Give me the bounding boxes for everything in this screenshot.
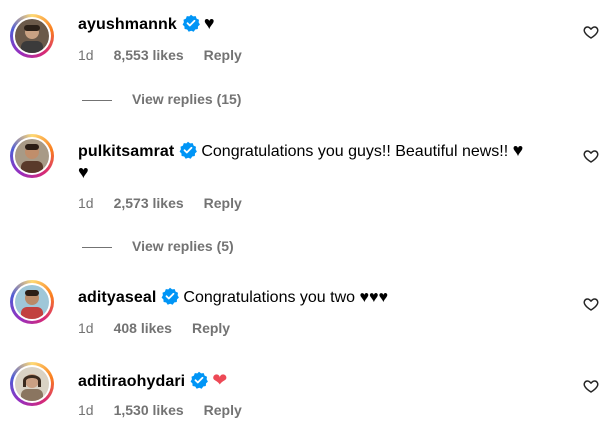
comment-text: Congratulations you two xyxy=(183,289,356,306)
comment-text: Congratulations you guys!! Beautiful new… xyxy=(201,143,509,160)
divider xyxy=(82,99,112,101)
verified-badge-icon xyxy=(182,14,200,39)
comment-time[interactable]: 1d xyxy=(78,47,94,63)
comment-emoji: ♥ xyxy=(203,13,215,33)
likes-count[interactable]: 408 likes xyxy=(114,320,172,336)
comment-emoji: ♥ xyxy=(512,140,524,160)
heart-outline-icon[interactable] xyxy=(583,148,599,164)
verified-badge-icon xyxy=(161,287,180,312)
reply-button[interactable]: Reply xyxy=(204,47,242,63)
reply-button[interactable]: Reply xyxy=(204,402,242,418)
view-replies-button[interactable]: View replies (5) xyxy=(82,238,234,254)
red-heart-emoji: ❤ xyxy=(212,370,228,390)
view-replies-button[interactable]: View replies (15) xyxy=(82,91,241,107)
likes-count[interactable]: 8,553 likes xyxy=(114,47,184,63)
comment-time[interactable]: 1d xyxy=(78,320,94,336)
comment-meta: 1d 8,553 likes Reply xyxy=(78,47,262,63)
comment-emoji-wrap: ♥ xyxy=(78,162,89,182)
comment-meta: 1d 1,530 likes Reply xyxy=(78,402,262,418)
username[interactable]: pulkitsamrat xyxy=(78,143,174,160)
comment-time[interactable]: 1d xyxy=(78,195,94,211)
verified-badge-icon xyxy=(190,371,209,396)
reply-button[interactable]: Reply xyxy=(204,195,242,211)
heart-outline-icon[interactable] xyxy=(583,378,599,394)
heart-outline-icon[interactable] xyxy=(583,296,599,312)
username[interactable]: aditiraohydari xyxy=(78,373,185,390)
comment-meta: 1d 2,573 likes Reply xyxy=(78,195,262,211)
likes-count[interactable]: 2,573 likes xyxy=(114,195,184,211)
avatar[interactable] xyxy=(10,362,54,406)
comment-line: pulkitsamrat Congratulations you guys!! B… xyxy=(78,139,523,166)
avatar[interactable] xyxy=(10,280,54,324)
view-replies-label: View replies (15) xyxy=(132,91,242,107)
reply-button[interactable]: Reply xyxy=(192,320,230,336)
likes-count[interactable]: 1,530 likes xyxy=(114,402,184,418)
comment-meta: 1d 408 likes Reply xyxy=(78,320,250,336)
username[interactable]: ayushmannk xyxy=(78,16,177,33)
verified-badge-icon xyxy=(179,141,198,166)
avatar[interactable] xyxy=(10,14,54,58)
comment-time[interactable]: 1d xyxy=(78,402,94,418)
heart-outline-icon[interactable] xyxy=(583,24,599,40)
comment-line-wrap: ♥ xyxy=(78,161,89,185)
username[interactable]: adityaseal xyxy=(78,289,156,306)
divider xyxy=(82,246,112,248)
comment-line: ayushmannk ♥ xyxy=(78,12,215,39)
comment-line: aditiraohydari ❤ xyxy=(78,369,227,396)
avatar[interactable] xyxy=(10,134,54,178)
comment-emoji: ♥♥♥ xyxy=(359,289,389,306)
comment-line: adityaseal Congratulations you two ♥♥♥ xyxy=(78,287,388,312)
view-replies-label: View replies (5) xyxy=(132,238,234,254)
